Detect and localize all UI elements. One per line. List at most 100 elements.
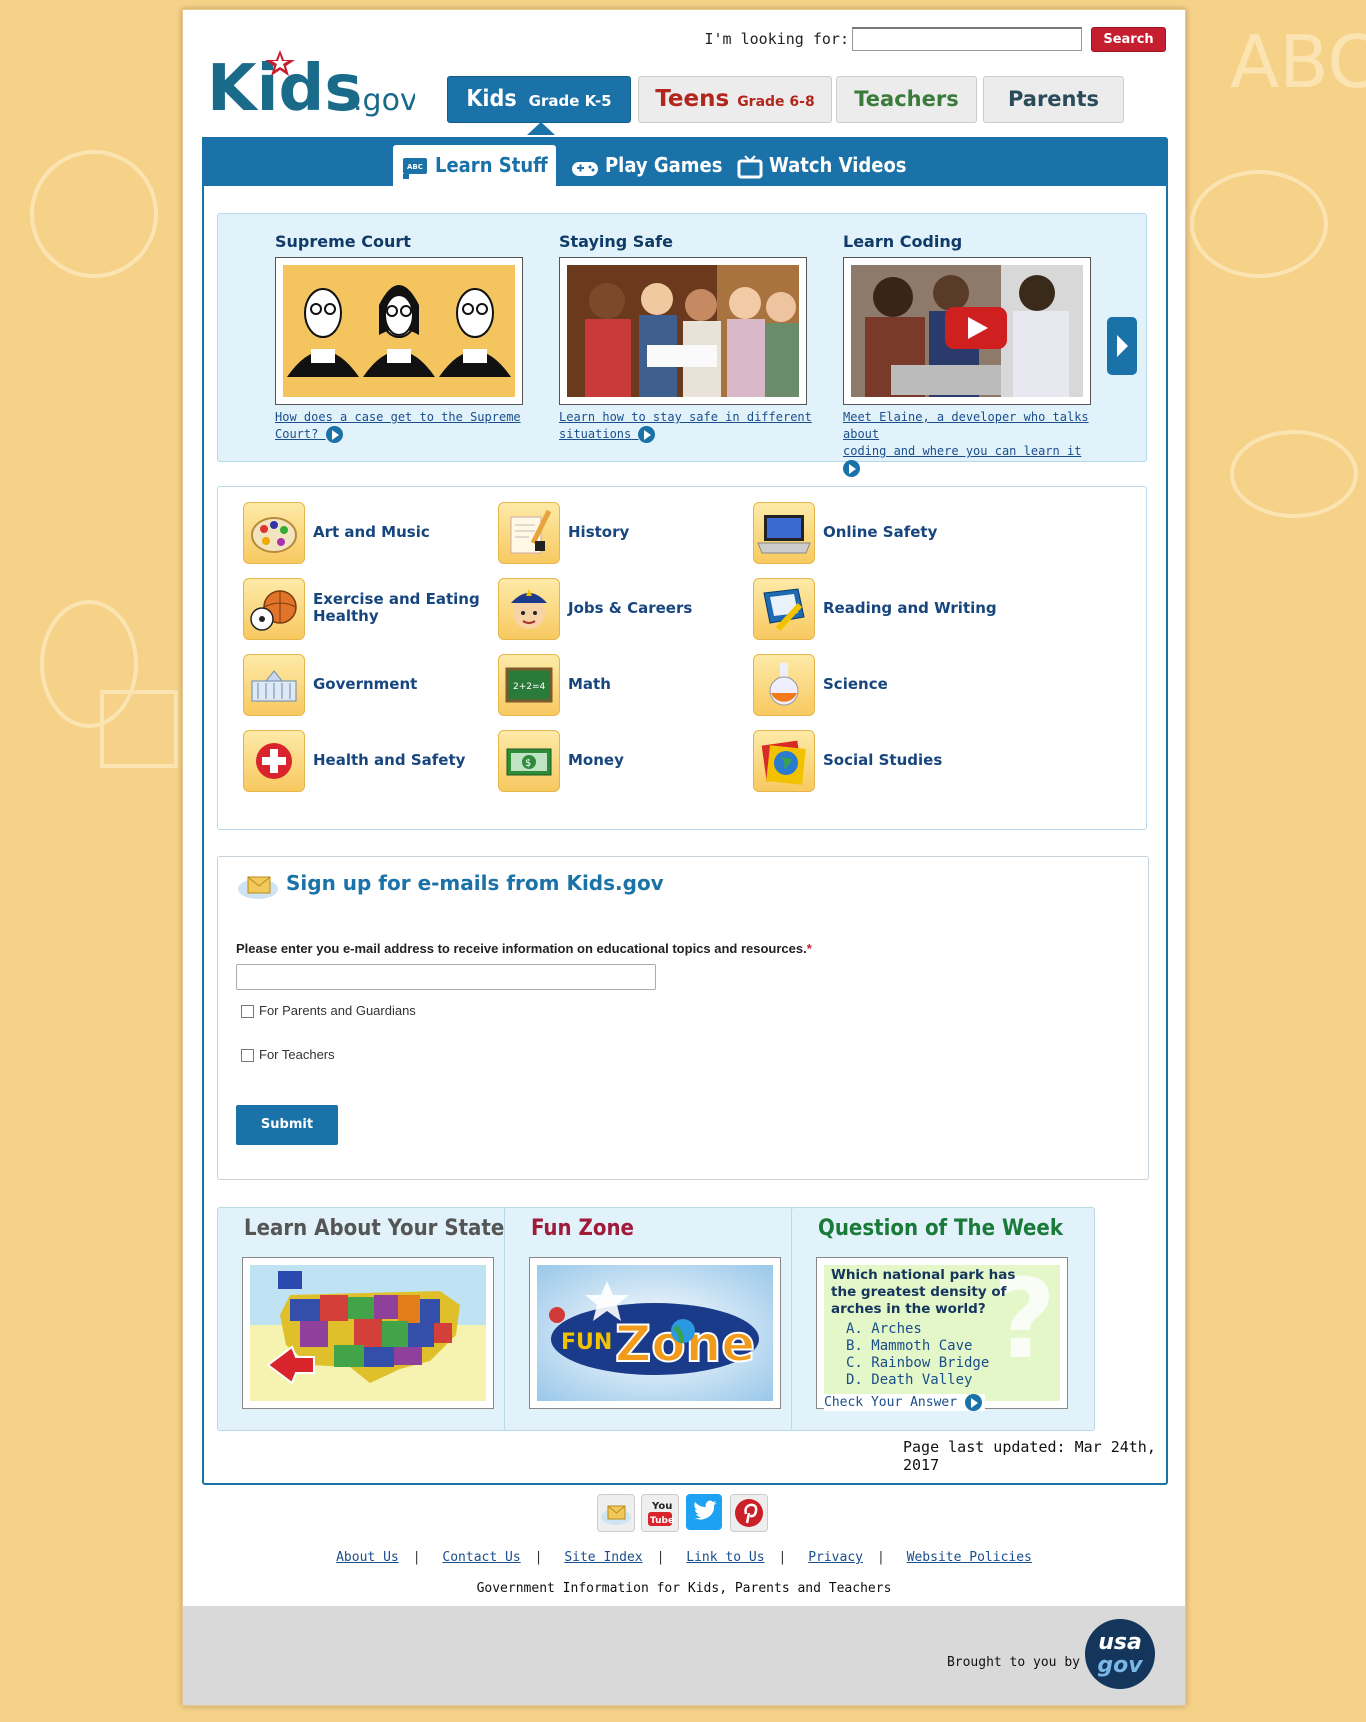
tab-watch-videos-label: Watch Videos [769,153,907,177]
tab-watch-videos[interactable]: Watch Videos [737,145,907,186]
email-field[interactable] [236,964,656,990]
topic-money[interactable]: $ Money [498,730,768,792]
footer-link-site-index[interactable]: Site Index [550,1550,656,1565]
play-arrow-icon [964,1394,982,1411]
nav-tab-teens-label: Teens [655,86,730,112]
footer-link-about-us[interactable]: About Us [322,1550,413,1565]
staying-safe-image[interactable] [559,257,807,405]
police-officer-icon [498,578,560,640]
answer-option: C. Rainbow Bridge [846,1355,990,1371]
topic-label: Health and Safety [313,750,466,769]
tab-learn-stuff[interactable]: ABC Learn Stuff [393,145,556,186]
topic-science[interactable]: Science [753,654,1023,716]
search-input[interactable] [852,27,1082,51]
usagov-logo[interactable]: usa gov [1085,1619,1155,1689]
twitter-button[interactable] [686,1494,722,1530]
pinterest-icon [735,1499,763,1527]
coding-video-photo [851,265,1083,397]
topic-label: Jobs & Careers [568,598,693,617]
fun-zone-logo: FUN Zone [537,1265,773,1401]
tab-play-games-label: Play Games [605,153,723,177]
topic-health-and-safety[interactable]: Health and Safety [243,730,513,792]
featured-link-learn-coding[interactable]: Meet Elaine, a developer who talks about… [843,409,1097,477]
topic-history[interactable]: History [498,502,768,564]
topic-reading-and-writing[interactable]: Reading and Writing [753,578,1023,640]
learn-coding-video-thumbnail[interactable] [843,257,1091,405]
tv-icon [737,154,763,178]
topic-label: Government [313,674,418,693]
footer-link-privacy[interactable]: Privacy [794,1550,877,1565]
featured-link-staying-safe[interactable]: Learn how to stay safe in different situa… [559,409,813,443]
topic-social-studies[interactable]: Social Studies [753,730,1023,792]
signup-title: Sign up for e-mails from Kids.gov [286,871,664,895]
answer-option: B. Mammoth Cave [846,1338,973,1354]
featured-link-line1: Learn how to stay safe in different [559,410,812,424]
topic-art-and-music[interactable]: Art and Music [243,502,513,564]
footer-link-link-to-us[interactable]: Link to Us [672,1550,778,1565]
topic-exercise-and-eating-healthy[interactable]: Exercise and Eating Healthy [243,578,513,640]
topic-online-safety[interactable]: Online Safety [753,502,1023,564]
kids-group-photo [567,265,799,397]
question-text: Which national park has the greatest den… [831,1267,1016,1317]
mail-cloud-icon [601,1505,631,1525]
email-signup-social-button[interactable] [597,1494,635,1532]
page-container: Kids .gov I'm looking for: Search Kids Gr… [182,9,1186,1706]
youtube-icon: You Tube [648,1501,674,1526]
topic-government[interactable]: Government [243,654,513,716]
youtube-word-you: You [651,1501,672,1512]
topic-math[interactable]: 2+2=4 Math [498,654,768,716]
checkbox-row-parents[interactable]: For Parents and Guardians [241,1003,416,1019]
featured-link-line2: situations [559,427,632,441]
answer-option: A. Arches [846,1321,922,1337]
kids-gov-logo[interactable]: Kids .gov [205,42,418,126]
nav-tab-teachers[interactable]: Teachers [836,76,977,123]
topics-grid: Art and Music History Online Safety Exer… [217,486,1147,830]
nav-tab-teens-grade: Grade 6-8 [737,94,815,110]
carousel-next-arrow-button[interactable] [1107,317,1137,375]
abc-book-icon: ABC [403,157,427,179]
svg-text:$: $ [525,758,531,769]
checkbox-row-teachers[interactable]: For Teachers [241,1047,335,1063]
red-cross-icon [243,730,305,792]
us-map-image[interactable] [242,1257,494,1409]
topic-label: History [568,522,630,541]
tab-play-games[interactable]: Play Games [571,145,722,186]
logo-word-gov: .gov [353,83,415,118]
fun-zone-image[interactable]: FUN Zone [529,1257,781,1409]
submit-button[interactable]: Submit [236,1105,338,1145]
mail-cloud-icon [238,876,278,899]
chalkboard-icon: 2+2=4 [498,654,560,716]
footer-link-contact-us[interactable]: Contact Us [428,1550,534,1565]
search-button[interactable]: Search [1091,27,1166,52]
beaker-icon [753,654,815,716]
question-card-inner: ? Which national park has the greatest d… [824,1265,1060,1401]
question-card[interactable]: ? Which national park has the greatest d… [816,1257,1068,1409]
palette-icon [243,502,305,564]
nav-tab-parents[interactable]: Parents [983,76,1124,123]
featured-link-supreme-court[interactable]: How does a case get to the Supreme Court? [275,409,529,443]
parents-checkbox[interactable] [241,1005,254,1019]
parents-checkbox-label: For Parents and Guardians [259,1003,416,1018]
play-arrow-icon [325,426,343,443]
section-tab-bar: ABC Learn Stuff Play Games Watch Videos [202,137,1166,186]
topic-jobs-and-careers[interactable]: Jobs & Careers [498,578,768,640]
us-states-map [250,1265,486,1401]
topic-label: Reading and Writing [823,598,997,617]
signup-prompt-text: Please enter you e-mail address to recei… [236,941,807,956]
teachers-checkbox-label: For Teachers [259,1047,335,1062]
sports-balls-icon [243,578,305,640]
scroll-quill-icon [498,502,560,564]
teachers-checkbox[interactable] [241,1049,254,1063]
featured-carousel: Supreme Court How does a case get to the… [217,213,1147,477]
supreme-court-image[interactable] [275,257,523,405]
background-circle-doodle [40,600,138,728]
nav-tab-kids[interactable]: Kids Grade K-5 [447,76,631,123]
topic-label: Science [823,674,888,693]
tab-learn-stuff-label: Learn Stuff [435,153,548,177]
check-answer-link[interactable]: Check Your Answer [824,1394,985,1411]
pinterest-button[interactable] [730,1494,768,1532]
youtube-button[interactable]: You Tube [641,1494,679,1532]
nav-tab-teens[interactable]: Teens Grade 6-8 [638,76,832,123]
footer-separator: | [877,1550,885,1565]
footer-link-website-policies[interactable]: Website Policies [893,1550,1046,1565]
